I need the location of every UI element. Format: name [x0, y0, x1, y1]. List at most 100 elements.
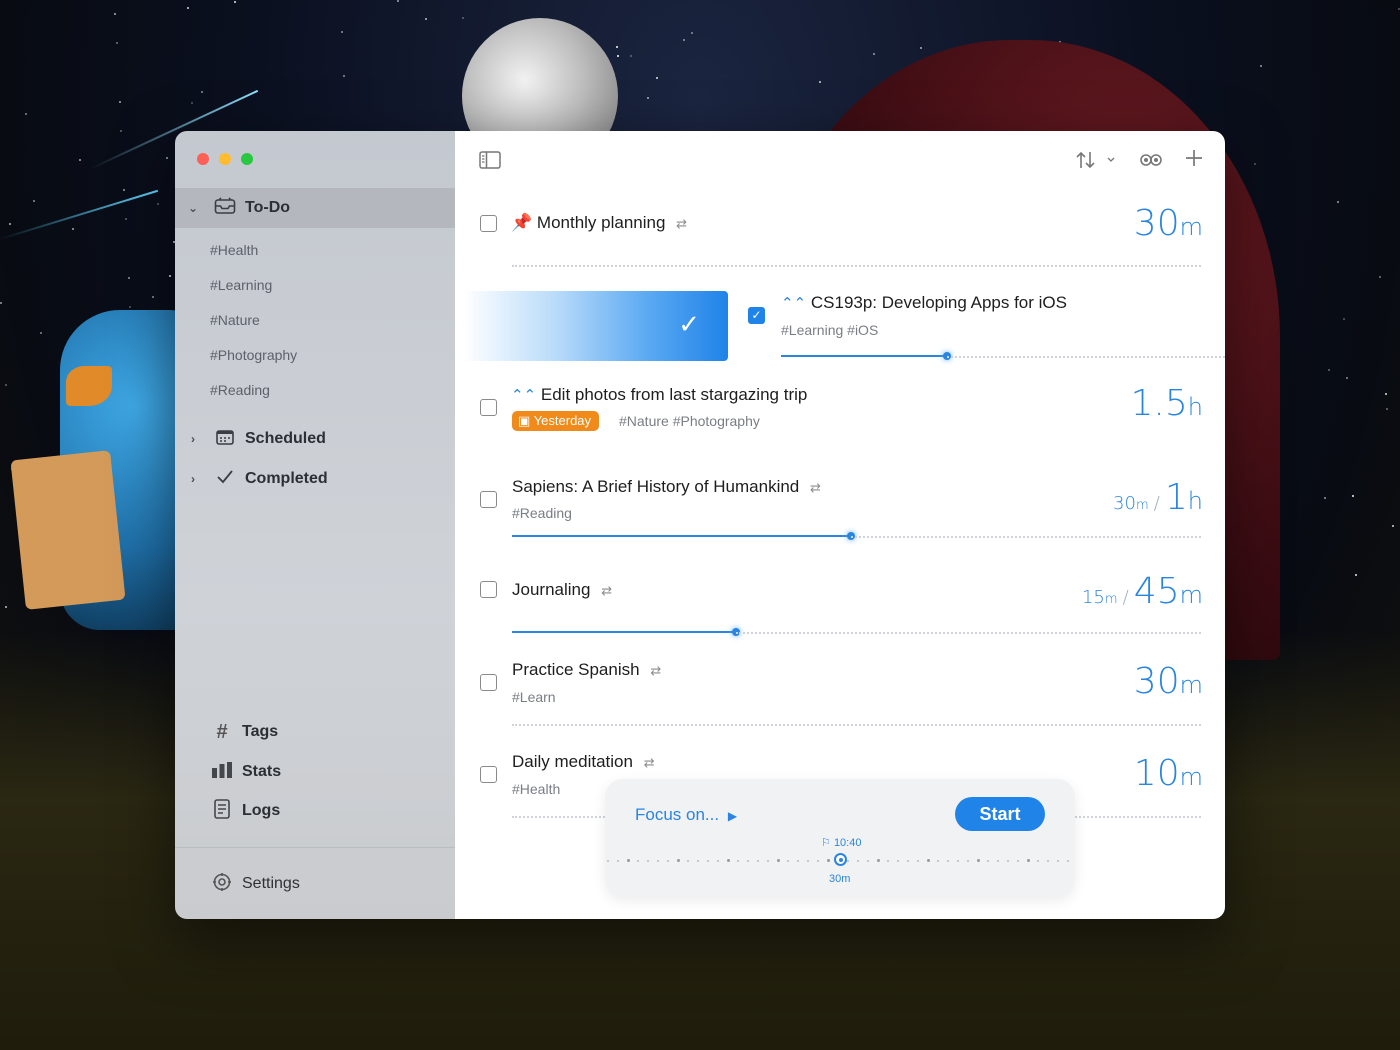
star [425, 18, 427, 20]
timeline-tick [797, 859, 799, 862]
task-checkbox[interactable]: ✓ [748, 307, 765, 324]
sidebar-tag-learning[interactable]: #Learning [210, 277, 272, 293]
star [166, 157, 168, 159]
task-checkbox[interactable] [480, 674, 497, 691]
swipe-complete-indicator[interactable]: ✓ [463, 291, 728, 361]
task-title: Practice Spanish [512, 660, 640, 679]
task-tags: #Learn [512, 689, 556, 705]
focus-on-button[interactable]: Focus on... ▶ [635, 805, 737, 825]
star [234, 1, 236, 3]
star [125, 218, 127, 220]
view-toggle-icon[interactable] [1139, 151, 1163, 174]
task-title-row: ⌃⌃ CS193p: Developing Apps for iOS [781, 293, 1067, 313]
task-title: Journaling [512, 580, 591, 599]
close-window-button[interactable] [197, 153, 209, 165]
task-checkbox[interactable] [480, 491, 497, 508]
sidebar-item-completed[interactable]: › Completed [175, 459, 455, 499]
task-divider [512, 724, 1201, 726]
task-duration: 1.5h [1131, 383, 1203, 424]
repeat-icon: ⇄ [650, 663, 662, 678]
gear-icon [208, 872, 236, 897]
sidebar-item-todo[interactable]: ⌄ To-Do [175, 188, 455, 228]
task-progress-bar [512, 535, 852, 537]
star [157, 203, 159, 205]
task-duration: 30m [1134, 203, 1203, 244]
star [9, 223, 11, 225]
sidebar-item-logs[interactable]: Logs [175, 791, 455, 831]
meteor [0, 189, 159, 240]
plus-icon[interactable] [1184, 148, 1204, 173]
task-tags: #Nature #Photography [619, 413, 760, 429]
task-progress-bar [512, 631, 736, 633]
timeline-handle[interactable] [834, 853, 847, 866]
star [1392, 525, 1394, 527]
star [1379, 276, 1381, 278]
inbox-icon [211, 196, 239, 220]
sidebar-item-scheduled[interactable]: › Scheduled [175, 419, 455, 459]
badge-label: Yesterday [533, 413, 592, 428]
star [128, 277, 130, 279]
minimize-window-button[interactable] [219, 153, 231, 165]
star [5, 606, 7, 608]
sidebar-tag-nature[interactable]: #Nature [210, 312, 260, 328]
timeline-tick [887, 859, 889, 862]
star [1385, 393, 1387, 395]
task-checkbox[interactable] [480, 766, 497, 783]
task-checkbox[interactable] [480, 215, 497, 232]
task-title-row: Sapiens: A Brief History of Humankind ⇄ [512, 477, 821, 497]
star [630, 55, 632, 57]
timeline-tick [697, 859, 699, 862]
task-duration: 10m [1134, 753, 1203, 794]
star [33, 200, 35, 202]
chevron-right-icon[interactable]: › [183, 472, 203, 486]
repeat-icon: ⇄ [601, 583, 613, 598]
sidebar-item-label: To-Do [245, 199, 291, 216]
timeline-tick [977, 859, 980, 862]
repeat-icon: ⇄ [809, 480, 821, 495]
sidebar-item-stats[interactable]: Stats [175, 752, 455, 792]
calendar-icon: ▣ [518, 413, 531, 428]
star [119, 101, 121, 103]
checkmark-icon [211, 469, 239, 490]
star [152, 296, 154, 298]
checkmark-icon: ✓ [678, 309, 700, 339]
task-title-row: Practice Spanish ⇄ [512, 660, 661, 680]
timeline-tick [947, 859, 949, 862]
sidebar-item-label: Tags [242, 723, 279, 740]
sidebar-toggle-icon[interactable] [479, 151, 501, 174]
sort-icon[interactable] [1075, 150, 1117, 175]
sidebar-item-tags[interactable]: # Tags [175, 712, 455, 752]
star [1337, 201, 1339, 203]
chevron-right-icon[interactable]: › [183, 432, 203, 446]
task-progress-bar [781, 355, 947, 357]
chevron-down-icon[interactable]: ⌄ [183, 201, 203, 215]
sidebar-item-settings[interactable]: Settings [175, 864, 455, 904]
timeline-tick [1017, 859, 1019, 862]
start-button[interactable]: Start [955, 797, 1045, 831]
sidebar-tag-health[interactable]: #Health [210, 242, 258, 258]
sidebar-tag-photography[interactable]: #Photography [210, 347, 297, 363]
task-checkbox[interactable] [480, 399, 497, 416]
task-checkbox[interactable] [480, 581, 497, 598]
timeline-tick [1037, 859, 1039, 862]
timeline-tick [627, 859, 630, 862]
timeline-tick [777, 859, 780, 862]
duration-unit: m [1179, 763, 1203, 791]
timeline-tick [917, 859, 919, 862]
timeline-tick [857, 859, 859, 862]
due-date-badge[interactable]: ▣ Yesterday [512, 411, 600, 431]
timeline-tick [967, 859, 969, 862]
done-number: 15 [1081, 587, 1105, 608]
star [656, 77, 658, 79]
task-title: CS193p: Developing Apps for iOS [810, 293, 1067, 312]
timeline-tick [647, 859, 649, 862]
zoom-window-button[interactable] [241, 153, 253, 165]
timeline-tick [987, 859, 989, 862]
star [462, 17, 464, 19]
duration-unit: m [1179, 213, 1203, 241]
sidebar-tag-reading[interactable]: #Reading [210, 382, 270, 398]
timeline-tick [1067, 859, 1069, 862]
play-icon: ▶ [727, 809, 738, 823]
task-duration: 30m / 1h [1113, 477, 1203, 518]
timeline-tick [907, 859, 909, 862]
